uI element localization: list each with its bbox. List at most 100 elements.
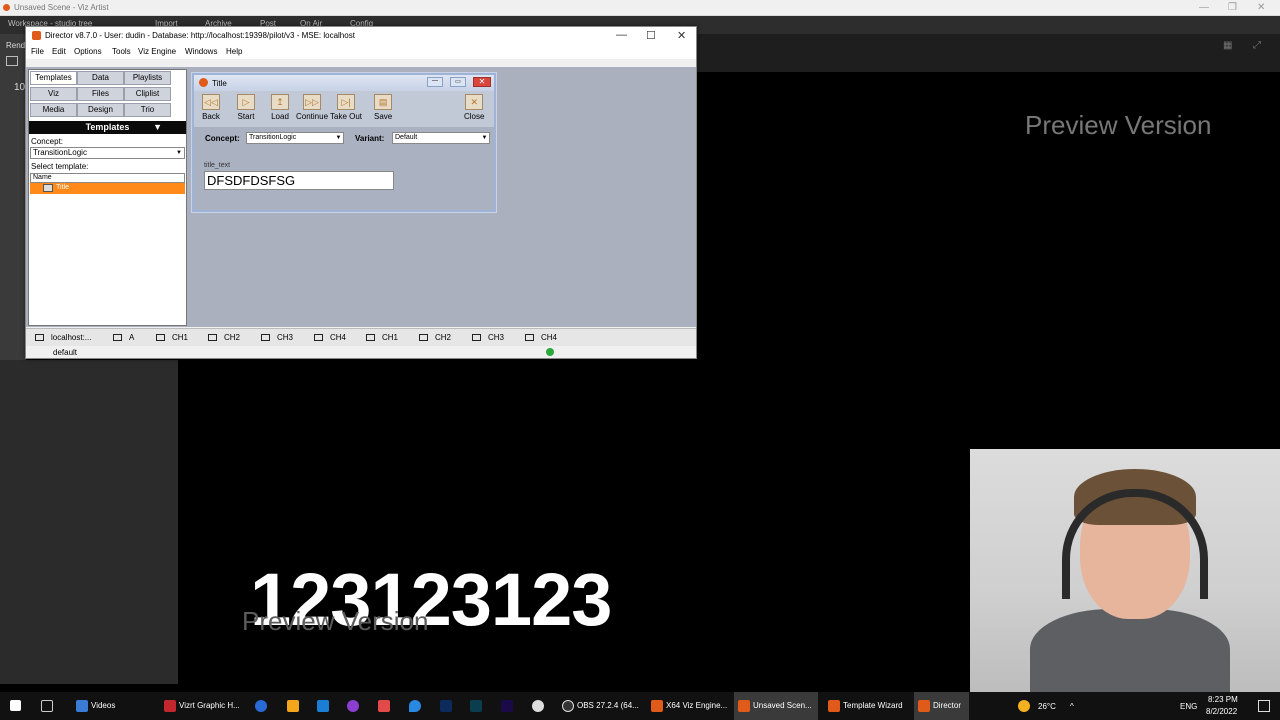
templates-header[interactable]: Templates ▼	[29, 121, 186, 134]
chevron-up-icon[interactable]: ^	[1070, 702, 1074, 711]
variant-select[interactable]: Default ▼	[392, 132, 490, 144]
channel-a[interactable]: A	[113, 333, 134, 342]
template-icon	[43, 184, 53, 192]
notification-icon[interactable]	[1258, 700, 1270, 712]
name-column-header[interactable]: Name	[30, 173, 185, 183]
template-item-title[interactable]: Title	[30, 183, 185, 194]
title-text-input[interactable]: DFSDFDSFSG	[204, 171, 394, 190]
tab-viz[interactable]: Viz	[30, 87, 77, 101]
menu-options[interactable]: Options	[74, 47, 102, 56]
monitor-icon	[314, 334, 323, 341]
taskbar-videos-label: Videos	[91, 701, 116, 710]
maximize-icon[interactable]: ❐	[1228, 2, 1237, 13]
title-template-dialog: Title — ▭ ✕ ◁◁ Back ▷ Start ↥ Load ▷▷ Co…	[192, 73, 496, 212]
back-button[interactable]: ◁◁ Back	[202, 94, 220, 121]
channel-ch1[interactable]: CH1	[156, 333, 188, 342]
tab-media[interactable]: Media	[30, 103, 77, 117]
tab-trio[interactable]: Trio	[124, 103, 171, 117]
channel-ch2[interactable]: CH2	[208, 333, 240, 342]
chevron-down-icon[interactable]: ▼	[153, 121, 162, 134]
taskbar-viz-engine[interactable]: X64 Viz Engine...	[647, 692, 731, 720]
grid-icon[interactable]: ▦	[1223, 40, 1232, 51]
dialog-close-icon[interactable]: ✕	[473, 77, 491, 87]
vscode-icon[interactable]	[317, 700, 329, 712]
variant-value: Default	[395, 134, 418, 141]
tab-templates[interactable]: Templates	[30, 71, 77, 85]
tab-playlists[interactable]: Playlists	[124, 71, 171, 85]
tab-cliplist[interactable]: Cliplist	[124, 87, 171, 101]
dropdown-arrow-icon[interactable]: ▼	[334, 133, 343, 143]
close-button[interactable]: ✕ Close	[464, 94, 484, 121]
after-effects-icon[interactable]	[501, 700, 513, 712]
director-close-icon[interactable]: ✕	[677, 29, 686, 42]
task-view-icon[interactable]	[41, 700, 53, 712]
webcam-overlay	[970, 449, 1280, 692]
taskbar-unsaved-scene[interactable]: Unsaved Scen...	[734, 692, 818, 720]
close-icon[interactable]: ✕	[1257, 2, 1265, 13]
database-status-icon	[546, 348, 554, 356]
menu-edit[interactable]: Edit	[52, 47, 66, 56]
start-button[interactable]: ▷ Start	[237, 94, 255, 121]
taskbar-videos[interactable]: Videos	[72, 692, 157, 720]
taskbar-vizrt-graphic[interactable]: Vizrt Graphic H...	[160, 692, 245, 720]
dialog-concept-select[interactable]: TransitionLogic ▼	[246, 132, 344, 144]
director-minimize-icon[interactable]: —	[616, 29, 627, 41]
channel-ch1-video[interactable]: CH1	[366, 333, 398, 342]
channel-ch4-label: CH4	[330, 333, 347, 342]
taskbar-director[interactable]: Director	[914, 692, 969, 720]
continue-button[interactable]: ▷▷ Continue	[296, 94, 328, 121]
app-icon[interactable]	[347, 700, 359, 712]
windows-start-icon[interactable]	[10, 700, 21, 711]
menu-windows[interactable]: Windows	[185, 47, 217, 56]
sublime-icon[interactable]	[287, 700, 299, 712]
weather-icon[interactable]	[1018, 700, 1030, 712]
title-dialog-logo-icon	[199, 78, 208, 87]
taskbar-obs[interactable]: OBS 27.2.4 (64...	[558, 692, 644, 720]
clock-date[interactable]: 8/2/2022	[1206, 707, 1237, 716]
skype-icon[interactable]	[255, 700, 267, 712]
save-button[interactable]: ▤ Save	[374, 94, 392, 121]
tab-files[interactable]: Files	[77, 87, 124, 101]
select-template-label: Select template:	[31, 162, 89, 171]
channel-localhost[interactable]: localhost:...	[35, 333, 91, 342]
viz-right-toolbar: ▦ ⤢	[697, 34, 1280, 72]
load-button[interactable]: ↥ Load	[271, 94, 289, 121]
concept-select[interactable]: TransitionLogic ▼	[30, 147, 185, 159]
channel-ch2-label: CH2	[224, 333, 241, 342]
channel-ch2-video[interactable]: CH2	[419, 333, 451, 342]
director-title: Director v8.7.0 - User: dudin - Database…	[45, 31, 355, 40]
tab-data[interactable]: Data	[77, 71, 124, 85]
tab-design[interactable]: Design	[77, 103, 124, 117]
expand-icon[interactable]: ⤢	[1253, 40, 1261, 51]
channel-ch3-video[interactable]: CH3	[472, 333, 504, 342]
language-indicator[interactable]: ENG	[1180, 702, 1197, 711]
variant-label: Variant:	[355, 134, 385, 143]
rewind-icon: ◁◁	[202, 94, 220, 110]
dialog-maximize-icon[interactable]: ▭	[450, 77, 466, 87]
dropdown-arrow-icon[interactable]: ▼	[480, 133, 489, 143]
menu-file[interactable]: File	[31, 47, 44, 56]
photoshop-icon[interactable]	[440, 700, 452, 712]
lightroom-icon[interactable]	[470, 700, 482, 712]
dropdown-arrow-icon[interactable]: ▼	[174, 148, 184, 158]
chrome-icon[interactable]	[532, 700, 544, 712]
taskbar-template-wizard[interactable]: Template Wizard	[824, 692, 910, 720]
viz-artist-title: Unsaved Scene - Viz Artist	[14, 3, 109, 12]
taskbar-vizrt-graphic-label: Vizrt Graphic H...	[179, 701, 240, 710]
concept-select-value: TransitionLogic	[33, 148, 87, 157]
menu-help[interactable]: Help	[226, 47, 242, 56]
take-out-button[interactable]: ▷| Take Out	[330, 94, 362, 121]
director-maximize-icon[interactable]: ☐	[646, 29, 656, 42]
channel-ch4-video[interactable]: CH4	[525, 333, 557, 342]
menu-viz-engine[interactable]: Viz Engine	[138, 47, 176, 56]
menu-tools[interactable]: Tools	[112, 47, 131, 56]
maps-icon[interactable]	[409, 700, 421, 712]
channel-ch3[interactable]: CH3	[261, 333, 293, 342]
minimize-icon[interactable]: —	[1199, 2, 1209, 13]
figma-icon[interactable]	[378, 700, 390, 712]
clock-time[interactable]: 8:23 PM	[1208, 695, 1238, 704]
render-icon[interactable]	[6, 56, 18, 66]
taskbar-director-label: Director	[933, 701, 962, 710]
dialog-minimize-icon[interactable]: —	[427, 77, 443, 87]
channel-ch4[interactable]: CH4	[314, 333, 346, 342]
